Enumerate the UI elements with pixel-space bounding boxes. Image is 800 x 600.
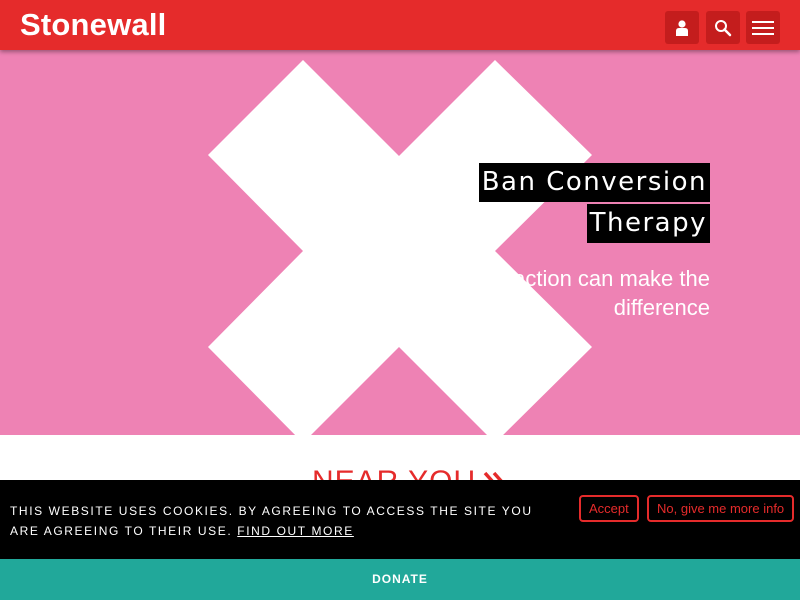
hero-title-line-2: Therapy	[586, 204, 710, 243]
hero-title: Ban Conversion Therapy	[390, 163, 710, 245]
account-button[interactable]	[665, 11, 699, 44]
more-info-button[interactable]: No, give me more info	[647, 495, 795, 522]
user-icon	[676, 19, 688, 36]
hero-subtitle-line-1: action can make the	[513, 266, 710, 291]
hero-title-line-1: Ban Conversion	[478, 163, 710, 202]
accept-cookies-button[interactable]: Accept	[579, 495, 639, 522]
cookie-message: THIS WEBSITE USES COOKIES. BY AGREEING T…	[10, 501, 550, 541]
menu-button[interactable]	[746, 11, 780, 44]
hero-subtitle: action can make the difference	[450, 264, 710, 322]
hero-subtitle-line-2: difference	[613, 295, 710, 320]
search-icon	[715, 19, 732, 36]
search-button[interactable]	[706, 11, 740, 44]
find-out-more-link[interactable]: FIND OUT MORE	[237, 524, 354, 538]
menu-icon	[752, 20, 774, 35]
stonewall-logo[interactable]: Stonewall	[20, 6, 167, 44]
donate-button[interactable]: DONATE	[0, 559, 800, 600]
site-header: Stonewall	[0, 0, 800, 50]
hero-banner[interactable]: Ban Conversion Therapy action can make t…	[0, 50, 800, 435]
cookie-banner: THIS WEBSITE USES COOKIES. BY AGREEING T…	[0, 480, 800, 559]
